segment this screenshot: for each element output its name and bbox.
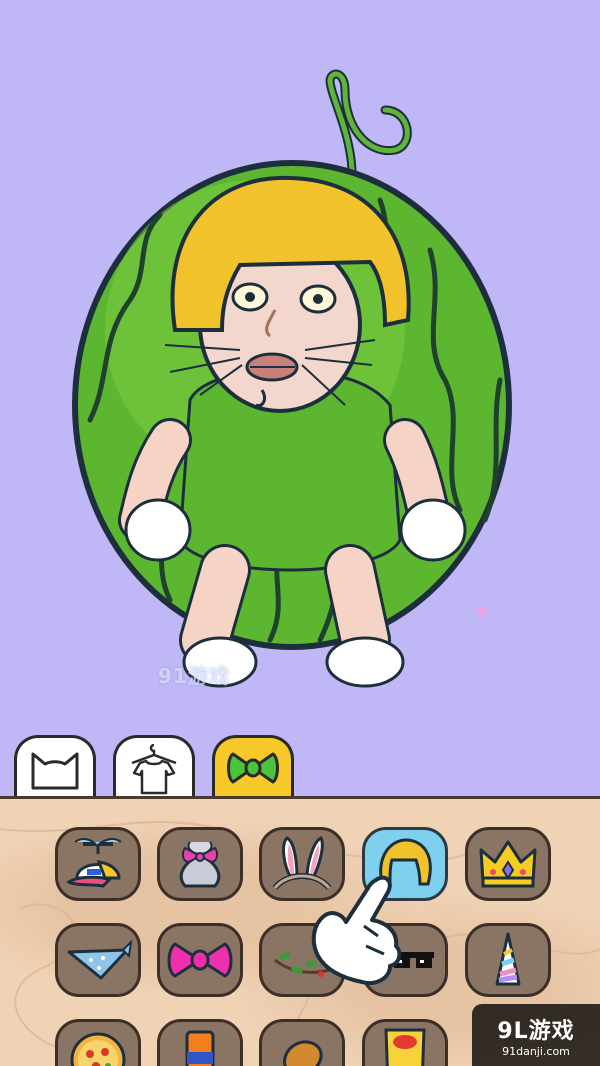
brand-title: 9L游戏	[497, 1018, 575, 1044]
propeller-cap-icon	[66, 838, 122, 888]
green-bow-icon	[227, 752, 279, 783]
tab-accessories[interactable]	[212, 735, 294, 819]
pizza-icon	[70, 1032, 126, 1066]
character-stage: 91游戏	[0, 0, 600, 730]
watermelon-character	[72, 69, 512, 688]
cat-face-icon	[31, 752, 79, 789]
item-propeller-cap[interactable]	[55, 827, 141, 901]
item-pizza[interactable]	[55, 1019, 141, 1066]
gold-crown-icon	[479, 840, 537, 888]
blue-bandana-icon	[67, 939, 133, 980]
tutorial-pointer-hand-icon	[311, 875, 402, 985]
tab-clothes[interactable]	[113, 735, 195, 797]
brand-url: 91danji.com	[502, 1044, 570, 1058]
item-bandana[interactable]	[55, 923, 141, 997]
item-lays-chips[interactable]	[362, 1019, 448, 1066]
item-crown[interactable]	[465, 827, 551, 901]
brand-watermark: 9L游戏 91danji.com	[472, 1004, 600, 1066]
item-fanta-can[interactable]	[157, 1019, 243, 1066]
item-pink-bow[interactable]	[157, 923, 243, 997]
tab-face[interactable]	[14, 735, 96, 797]
item-unicorn-horn[interactable]	[465, 923, 551, 997]
chicken-leg-icon	[283, 1040, 323, 1066]
item-bow-bag[interactable]	[157, 827, 243, 901]
lays-chips-icon	[384, 1028, 426, 1066]
pink-bow-bag-icon	[179, 841, 221, 888]
pink-bow-icon	[167, 942, 233, 978]
watermark-text: 91游戏	[158, 664, 230, 688]
unicorn-horn-icon	[495, 932, 521, 986]
shirt-on-hanger-icon	[131, 743, 177, 794]
item-chicken-leg[interactable]	[259, 1019, 345, 1066]
fanta-can-icon	[185, 1030, 215, 1066]
